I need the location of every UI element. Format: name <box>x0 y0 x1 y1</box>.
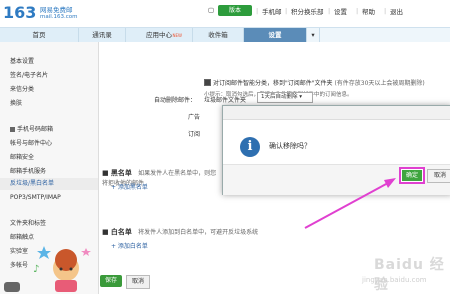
annotation-arrow <box>304 178 396 229</box>
watermark-url: jingyan.baidu.com <box>362 276 427 284</box>
watermark-brand: Baidu 经验 <box>374 257 445 293</box>
